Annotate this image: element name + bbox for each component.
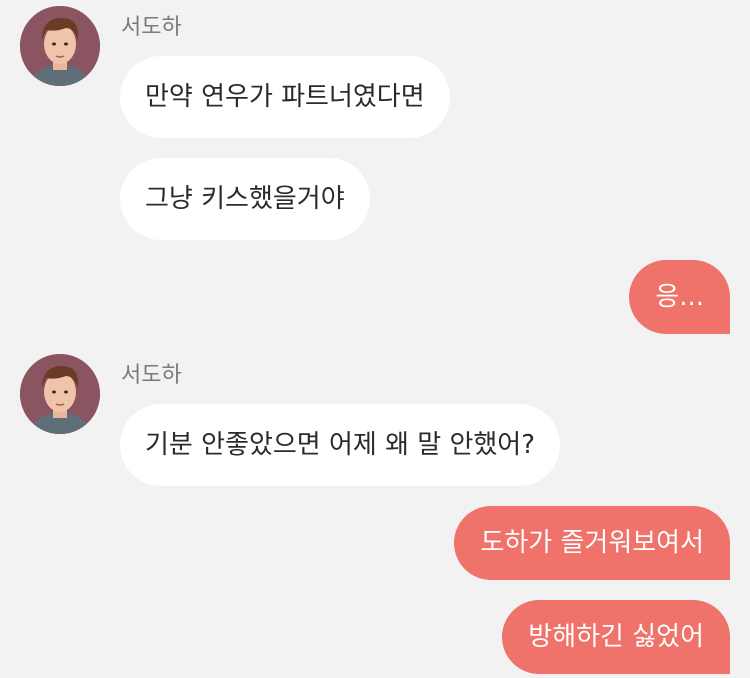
message-text: 그냥 키스했을거야 — [145, 184, 345, 214]
incoming-message-bubble[interactable]: 그냥 키스했을거야 — [120, 158, 370, 240]
message-text: 만약 연우가 파트너였다면 — [145, 82, 425, 112]
sender-avatar[interactable] — [20, 354, 100, 434]
outgoing-message-bubble[interactable]: 도하가 즐거워보여서 — [454, 506, 730, 580]
user-avatar-icon — [20, 354, 100, 434]
message-text: 응... — [655, 282, 704, 312]
chat-conversation: 서도하 만약 연우가 파트너였다면 그냥 키스했을거야 응... 서도하 기분 … — [0, 0, 750, 678]
message-text: 기분 안좋았으면 어제 왜 말 안했어? — [145, 430, 536, 460]
incoming-message-bubble[interactable]: 기분 안좋았으면 어제 왜 말 안했어? — [120, 404, 561, 486]
message-text: 도하가 즐거워보여서 — [480, 528, 704, 558]
message-text: 방해하긴 싫었어 — [528, 622, 704, 652]
outgoing-message-bubble[interactable]: 방해하긴 싫었어 — [502, 600, 730, 674]
incoming-message-bubble[interactable]: 만약 연우가 파트너였다면 — [120, 56, 450, 138]
sender-name: 서도하 — [121, 363, 182, 388]
user-avatar-icon — [20, 6, 100, 86]
sender-name: 서도하 — [121, 15, 182, 40]
sender-avatar[interactable] — [20, 6, 100, 86]
outgoing-message-bubble[interactable]: 응... — [629, 260, 730, 334]
